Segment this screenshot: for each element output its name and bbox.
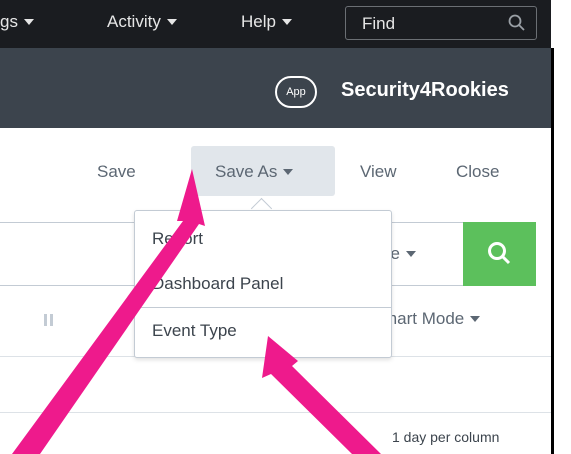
annotation-arrow-event-type <box>262 336 381 454</box>
annotation-arrow-save-as <box>12 169 205 454</box>
annotation-arrows <box>12 169 381 454</box>
